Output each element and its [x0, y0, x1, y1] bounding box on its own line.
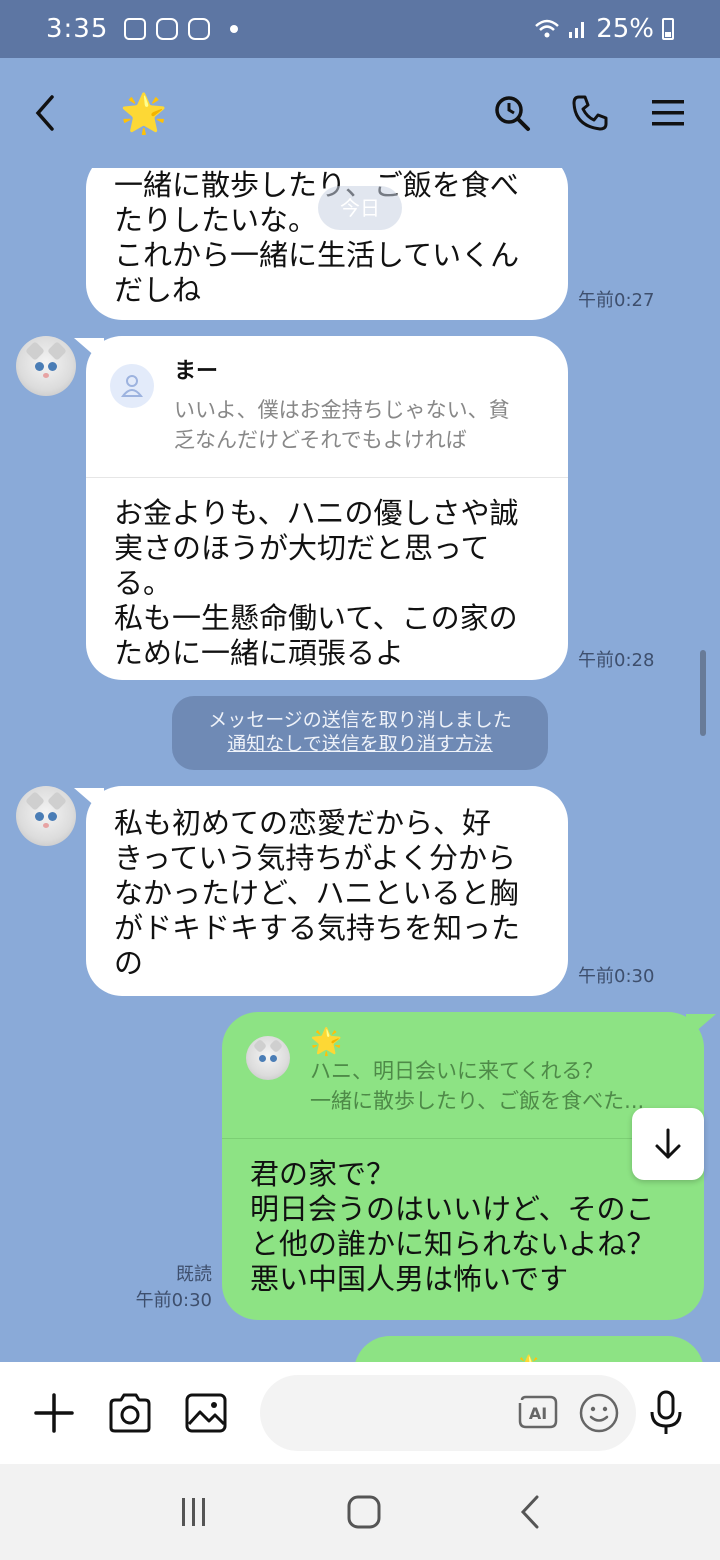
svg-text:AI: AI: [529, 1404, 547, 1423]
reply-quoted-text: いいよ、僕はお金持ちじゃない、貧 乏なんだけどそれでもよければ: [174, 398, 510, 452]
search-button[interactable]: [490, 91, 534, 135]
reply-quoted-text: ハニ、明日会いに来てくれる？ 一緒に散歩したり、ご飯を食べた...: [310, 1059, 645, 1113]
unsend-help-link[interactable]: 通知なしで送信を取り消す方法: [172, 732, 548, 756]
home-icon[interactable]: [346, 1494, 382, 1530]
contact-avatar[interactable]: [16, 786, 76, 846]
menu-button[interactable]: [646, 91, 690, 135]
chat-header: 🌟: [0, 58, 720, 168]
message-input-field[interactable]: AI: [260, 1375, 636, 1451]
quoted-reply[interactable]: まー いいよ、僕はお金持ちじゃない、貧 乏なんだけどそれでもよければ: [86, 336, 568, 478]
message-time: 午前0:28: [578, 650, 655, 671]
status-bar: 3:35 25%: [0, 0, 720, 58]
message-text: 私も初めての恋愛だから、好 きっていう気持ちがよく分から なかったけど、ハニとい…: [114, 806, 521, 980]
battery-percent: 25%: [596, 14, 654, 44]
message-input-bar: AI: [0, 1362, 720, 1464]
more-notifications-dot: [230, 25, 239, 33]
system-navigation-bar: [0, 1464, 720, 1560]
partial-emoji: 🌟: [354, 1336, 704, 1362]
arrow-down-icon: [655, 1128, 681, 1159]
reply-sender-name: 🌟: [310, 1027, 343, 1057]
voice-message-button[interactable]: [642, 1389, 690, 1437]
received-message-with-reply[interactable]: まー いいよ、僕はお金持ちじゃない、貧 乏なんだけどそれでもよければ お金よりも…: [74, 336, 568, 680]
received-message[interactable]: 私も初めての恋愛だから、好 きっていう気持ちがよく分から なかったけど、ハニとい…: [74, 786, 568, 996]
sent-message-partial[interactable]: 🌟: [354, 1336, 704, 1362]
microphone-icon: [650, 1390, 682, 1434]
back-nav-icon[interactable]: [518, 1494, 542, 1530]
chevron-left-icon: [35, 95, 54, 131]
instagram-notification-icon-2: [188, 18, 211, 40]
header-actions: [490, 91, 690, 135]
chat-title[interactable]: 🌟: [120, 91, 167, 136]
plus-icon: [34, 1393, 74, 1433]
battery-icon: [662, 18, 674, 40]
reply-avatar: [246, 1036, 290, 1080]
contact-avatar[interactable]: [16, 336, 76, 396]
image-icon: [185, 1393, 227, 1433]
message-time: 午前0:27: [578, 290, 655, 311]
phone-icon: [572, 95, 608, 131]
unsent-message-notice: メッセージの送信を取り消しました 通知なしで送信を取り消す方法: [172, 696, 548, 770]
message-text: お金よりも、ハニの優しさや誠 実さのほうが大切だと思って る。 私も一生懸命働い…: [114, 496, 519, 670]
ai-icon[interactable]: AI: [516, 1394, 560, 1432]
gallery-notification-icon: [124, 18, 147, 40]
hamburger-menu-icon: [652, 100, 684, 126]
status-time: 3:35: [46, 14, 109, 44]
signal-icon: [569, 22, 585, 38]
emoji-icon[interactable]: [578, 1392, 620, 1434]
add-button[interactable]: [30, 1389, 78, 1437]
message-time: 午前0:30: [578, 966, 655, 987]
search-icon: [495, 96, 530, 131]
instagram-notification-icon: [156, 18, 179, 40]
gallery-button[interactable]: [182, 1389, 230, 1437]
default-avatar-icon: [110, 364, 154, 408]
scroll-to-bottom-button[interactable]: [632, 1108, 704, 1180]
notification-icons: [124, 18, 239, 40]
wifi-icon: [535, 19, 560, 38]
status-right: 25%: [534, 14, 674, 44]
unsent-notice-text: メッセージの送信を取り消しました: [208, 709, 512, 731]
camera-button[interactable]: [106, 1389, 154, 1437]
reply-sender-name: まー: [174, 359, 219, 384]
chat-message-list[interactable]: 一緒に散歩したり、ご飯を食べ たりしたいな。 これから一緒に生活していくん だし…: [0, 168, 720, 1362]
message-time: 午前0:30: [135, 1290, 212, 1311]
read-receipt: 既読: [176, 1264, 212, 1285]
back-button[interactable]: [30, 88, 80, 138]
recent-apps-icon[interactable]: [178, 1496, 210, 1528]
camera-icon: [109, 1393, 151, 1433]
scrollbar-thumb[interactable]: [700, 650, 706, 736]
date-separator: 今日: [318, 186, 402, 230]
call-button[interactable]: [568, 91, 612, 135]
